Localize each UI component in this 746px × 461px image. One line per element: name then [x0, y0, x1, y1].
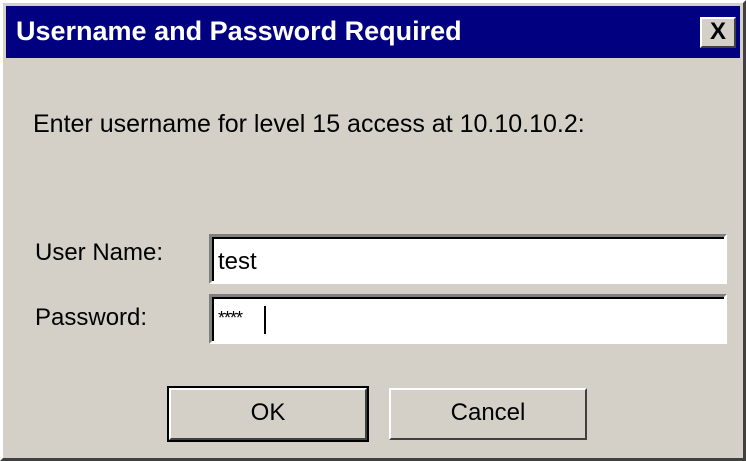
username-value: test: [218, 248, 257, 275]
dialog-title: Username and Password Required: [16, 16, 462, 46]
password-value: ****: [218, 308, 243, 328]
username-label: User Name:: [35, 239, 164, 266]
access-prompt: Enter username for level 15 access at 10…: [33, 110, 585, 138]
login-dialog: Username and Password Required X Enter u…: [0, 0, 746, 461]
text-caret: [264, 306, 266, 334]
password-label: Password:: [35, 304, 148, 331]
title-bar[interactable]: Username and Password Required X: [6, 6, 740, 58]
password-field[interactable]: ****: [209, 294, 727, 344]
cancel-button[interactable]: Cancel: [389, 388, 587, 440]
username-field[interactable]: test: [209, 234, 727, 284]
close-button[interactable]: X: [700, 17, 736, 48]
ok-button[interactable]: OK: [167, 386, 369, 442]
close-icon: X: [709, 18, 726, 45]
